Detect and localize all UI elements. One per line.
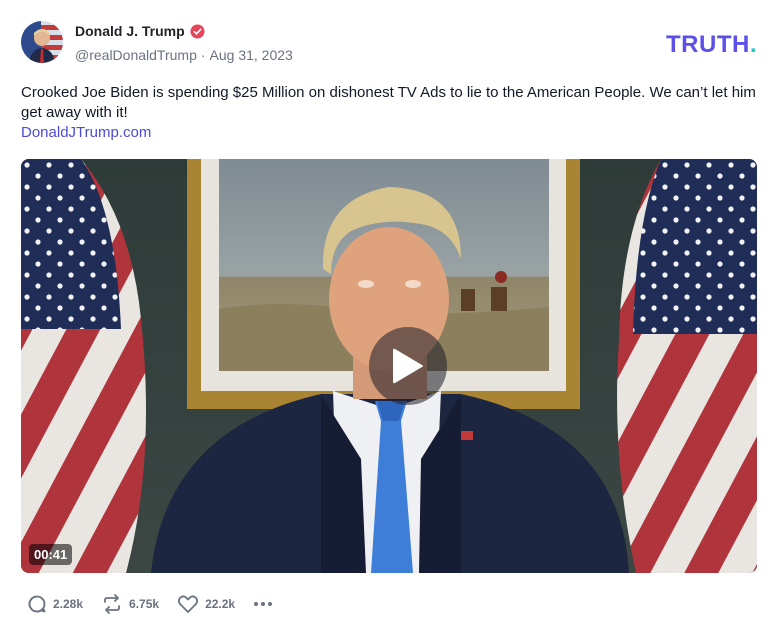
video-player[interactable]: 00:41 — [21, 159, 757, 573]
post-header: Donald J. Trump @realDonaldTrump · Aug 3… — [21, 21, 757, 65]
display-name[interactable]: Donald J. Trump — [75, 23, 185, 39]
play-button[interactable] — [369, 327, 447, 405]
comment-icon — [28, 595, 46, 613]
post-link[interactable]: DonaldJTrump.com — [21, 123, 151, 143]
play-icon — [393, 348, 423, 384]
like-button[interactable]: 22.2k — [177, 594, 235, 614]
reply-button[interactable]: 2.28k — [27, 594, 83, 614]
meta-separator: · — [200, 47, 206, 63]
video-duration: 00:41 — [29, 544, 73, 565]
avatar[interactable] — [21, 21, 63, 63]
post-actions: 2.28k 6.75k 22.2k — [27, 594, 291, 614]
more-icon — [254, 602, 273, 606]
repost-count: 6.75k — [129, 597, 160, 611]
repost-button[interactable]: 6.75k — [101, 594, 159, 614]
heart-icon — [178, 595, 199, 613]
like-count: 22.2k — [205, 597, 236, 611]
author-handle[interactable]: @realDonaldTrump — [75, 47, 197, 63]
post-text: Crooked Joe Biden is spending $25 Millio… — [21, 84, 756, 121]
post-date[interactable]: Aug 31, 2023 — [210, 47, 293, 63]
post-meta: @realDonaldTrump · Aug 31, 2023 — [75, 47, 293, 63]
more-button[interactable] — [253, 601, 273, 607]
logo-dot: . — [749, 31, 757, 58]
name-row: Donald J. Trump — [75, 23, 205, 39]
reply-count: 2.28k — [53, 597, 84, 611]
truth-logo[interactable]: TRUTH. — [666, 31, 757, 59]
verified-badge-icon — [190, 23, 205, 39]
repost-icon — [104, 594, 120, 614]
logo-text: TRUTH — [666, 31, 750, 58]
